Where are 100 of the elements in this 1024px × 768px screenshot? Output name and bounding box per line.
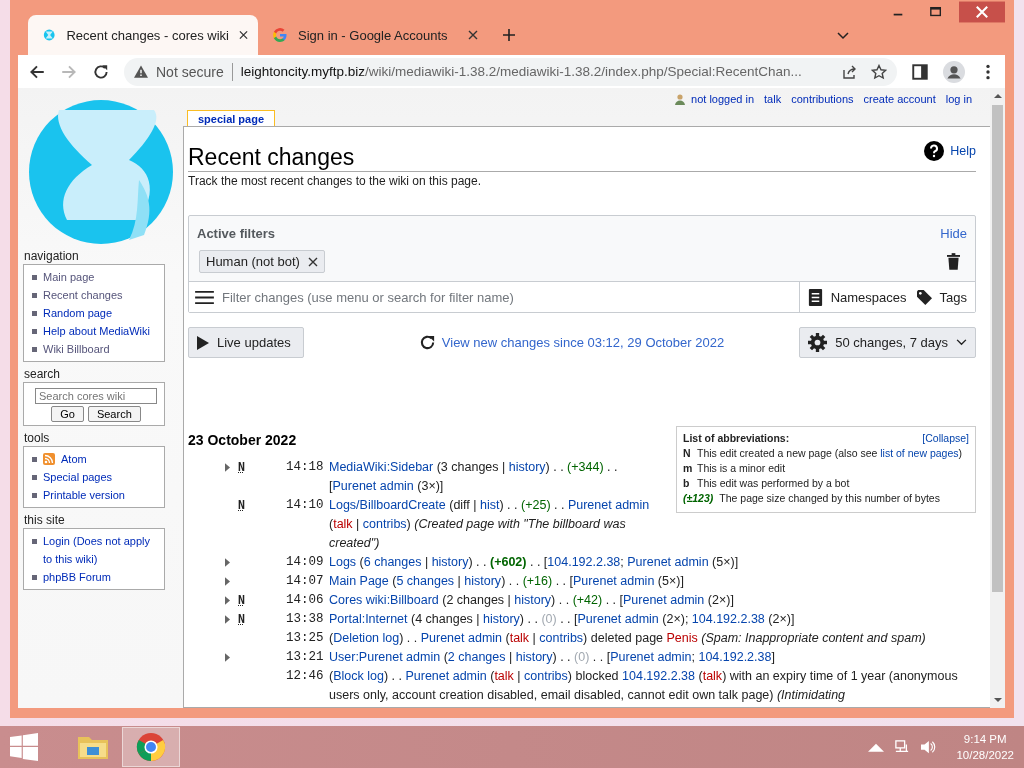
wiki-link[interactable]: Portal:Internet [329,612,408,626]
sidebar-link[interactable]: phpBB Forum [43,568,111,586]
personal-link[interactable]: create account [863,93,936,105]
wiki-link[interactable]: Main Page [329,574,389,588]
change-entry: Portal:Internet (4 changes | history) . . (0) . . [Purenet admin (2×); 104.192.2.38 (2×)] [329,611,796,628]
wiki-link[interactable]: contribs [362,517,407,531]
filter-search-field[interactable]: Filter changes (use menu or search for filter name) [220,288,799,306]
wiki-link[interactable]: history [483,612,520,626]
personal-link[interactable]: log in [945,93,972,105]
wiki-link[interactable]: Block log [333,669,384,683]
missing-page-link[interactable]: talk [333,517,353,531]
expand-arrow-icon[interactable] [225,653,230,662]
login-status: not logged in [691,93,755,105]
expand-arrow-icon[interactable] [225,577,230,586]
search-button[interactable]: Go [51,406,84,422]
options-button[interactable]: 50 changes, 7 days [799,327,976,358]
address-bar[interactable]: Not secure leightoncity.myftp.biz/wiki/mediawiki-1.38.2/mediawiki-1.38.2/index.php/Special:RecentChan... [124,57,897,86]
wiki-link[interactable]: 5 changes [396,574,455,588]
filter-tag[interactable]: Human (not bot) [199,250,325,273]
missing-page-link[interactable]: talk [509,631,530,645]
new-page-label: N [238,612,245,626]
wiki-link[interactable]: contribs [539,631,584,645]
wiki-link[interactable]: history [514,593,552,607]
wiki-link[interactable]: MediaWiki:Sidebar [329,460,434,474]
sidebar-link[interactable]: Random page [43,304,113,322]
chevron-down-icon[interactable] [837,32,849,40]
wiki-link[interactable]: Purenet admin [627,555,709,569]
close-icon[interactable] [959,0,1005,24]
hide-link[interactable]: Hide [940,225,967,241]
menu-icon[interactable] [195,289,214,305]
wiki-link[interactable]: Purenet admin [332,479,414,493]
new-tab-icon[interactable] [502,28,516,42]
wiki-link[interactable]: Purenet admin [420,631,503,645]
expand-arrow-icon[interactable] [225,558,230,567]
change-entry: Logs (6 changes | history) . . (+602) . . [104.192.2.38; Purenet admin (5×)] [329,554,740,571]
help-link[interactable]: Help [924,141,976,161]
tag-icon [916,288,932,306]
sidebar-link[interactable]: Special pages [43,468,113,486]
side-panel-icon[interactable] [911,62,929,81]
live-updates-button[interactable]: Live updates [188,327,304,358]
missing-page-link[interactable]: talk [702,669,723,683]
wiki-link[interactable]: User:Purenet admin [329,650,441,664]
view-new-changes-link[interactable]: View new changes since 03:12, 29 October 2022 [418,334,725,351]
wiki-link[interactable]: Purenet admin [567,498,650,512]
network-icon[interactable] [894,740,911,754]
search-field[interactable]: Search cores wiki [35,388,157,404]
expand-arrow-icon[interactable] [225,596,230,605]
sidebar-link[interactable]: Wiki Billboard [43,340,110,358]
wiki-link[interactable]: Logs [329,555,357,569]
wiki-link[interactable]: list of new pages [880,447,959,459]
close-tab-icon[interactable] [468,30,478,40]
missing-page-link[interactable]: talk [494,669,514,683]
sidebar-link[interactable]: Help about MediaWiki [43,322,150,340]
special-page-tab[interactable]: special page [187,110,276,126]
reload-icon[interactable] [92,62,110,81]
sidebar-link[interactable]: Atom [61,450,87,468]
wiki-link[interactable]: Purenet admin [623,593,705,607]
scrollbar-thumb[interactable] [992,105,1003,592]
trash-icon[interactable] [947,253,960,270]
wiki-link[interactable]: Cores wiki:Billboard [329,593,439,607]
expand-arrow-icon[interactable] [225,463,230,472]
personal-link[interactable]: talk [764,93,782,105]
wiki-link[interactable]: history [508,460,546,474]
missing-page-link[interactable]: Penis [666,631,698,645]
wiki-link[interactable]: 2 changes [447,650,506,664]
wiki-link[interactable]: 104.192.2.38 [691,612,765,626]
browser-taskbar-button[interactable] [122,727,180,767]
wiki-link[interactable]: Purenet admin [573,574,655,588]
volume-icon[interactable] [920,740,937,754]
star-icon[interactable] [871,63,887,80]
wiki-link[interactable]: history [464,574,502,588]
collapse-link[interactable]: [Collapse] [922,431,969,446]
wiki-link[interactable]: hist [480,498,500,512]
sidebar-link[interactable]: Recent changes [43,286,123,304]
wiki-link[interactable]: Deletion log [333,631,400,645]
profile-icon[interactable] [943,60,965,83]
browser-tab[interactable]: Sign in - Google Accounts [258,15,488,55]
wiki-link[interactable]: 6 changes [363,555,422,569]
sidebar-link[interactable]: Printable version [43,486,125,504]
wiki-link[interactable]: history [431,555,469,569]
close-tab-icon[interactable] [239,30,248,40]
scrollbar[interactable] [990,88,1005,708]
personal-link[interactable]: contributions [791,93,854,105]
browser-tab[interactable]: Recent changes - cores wiki [28,15,258,55]
search-button[interactable]: Search [87,406,141,422]
play-icon [197,335,209,350]
share-icon[interactable] [841,63,857,80]
wiki-link[interactable]: history [515,650,553,664]
sidebar-link[interactable]: Login (Does not apply to this wiki) [43,532,160,568]
wiki-link[interactable]: 104.192.2.38 [622,669,696,683]
wiki-link[interactable]: Logs/BillboardCreate [329,498,446,512]
wiki-link[interactable]: contribs [524,669,568,683]
scroll-up-icon[interactable] [993,93,1002,98]
start-button-icon[interactable] [10,733,38,761]
expand-arrow-icon[interactable] [225,615,230,624]
wiki-link[interactable]: Purenet admin [610,650,692,664]
remove-icon[interactable] [307,256,318,267]
sidebar-link[interactable]: Main page [43,268,95,286]
wiki-link[interactable]: Purenet admin [405,669,487,683]
scroll-down-icon[interactable] [993,698,1002,703]
